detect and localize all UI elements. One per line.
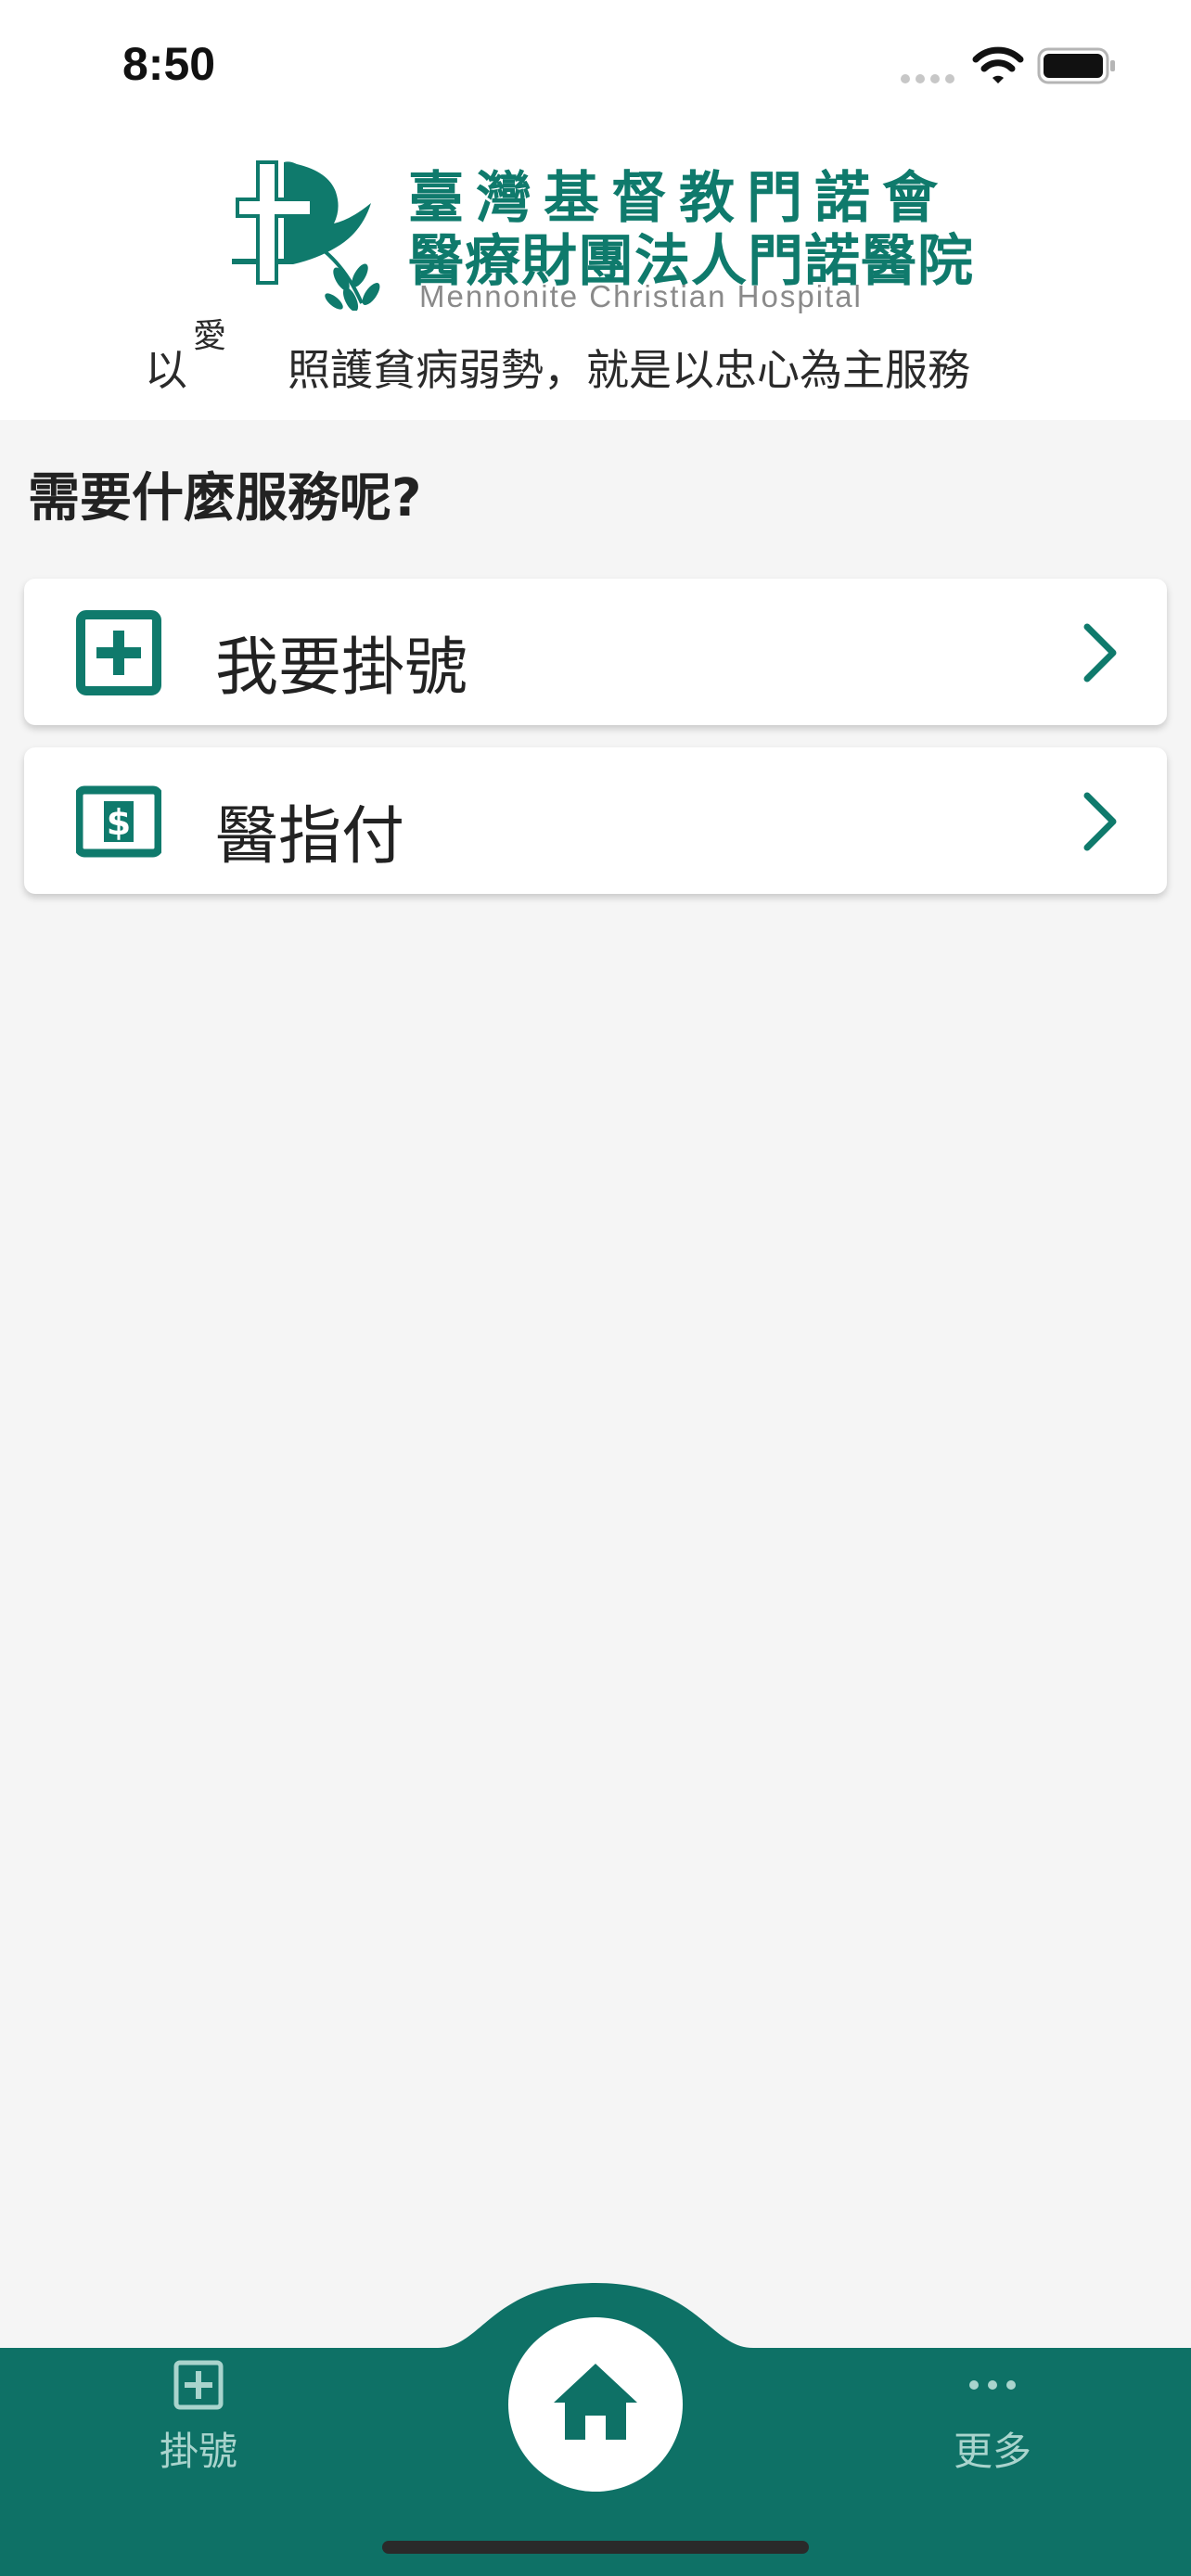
svg-text:$: $	[107, 802, 131, 843]
register-label: 我要掛號	[215, 631, 468, 705]
more-dots-icon	[969, 2380, 1016, 2390]
slogan-ruby: 愛	[193, 317, 227, 355]
chevron-right-icon	[1083, 623, 1117, 682]
logo-english-name: Mennonite Christian Hospital	[419, 279, 863, 313]
cellular-signal-icon	[901, 74, 954, 83]
status-time: 8:50	[122, 38, 216, 90]
plus-square-icon	[76, 610, 161, 695]
hospital-header: 臺灣基督教門諾會 醫療財團法人門諾醫院 Mennonite Christian …	[0, 134, 1191, 420]
bottom-tab-bar: 掛號 更多	[0, 2283, 1191, 2576]
tab-more-label: 更多	[953, 2429, 1031, 2474]
hospital-logo-icon	[232, 160, 380, 311]
tab-home[interactable]	[508, 2317, 683, 2492]
slogan-prefix: 以	[145, 345, 187, 395]
dollar-card-icon: $	[76, 785, 161, 858]
tab-more[interactable]: 更多	[900, 2357, 1085, 2496]
payment-button[interactable]: $ 醫指付	[24, 747, 1167, 894]
home-indicator	[382, 2541, 809, 2554]
page-title: 需要什麼服務呢?	[28, 468, 422, 529]
plus-square-icon	[173, 2360, 224, 2410]
wifi-icon	[972, 46, 1024, 83]
status-bar: 8:50	[0, 0, 1191, 134]
tab-register[interactable]: 掛號	[106, 2357, 291, 2496]
home-icon	[554, 2364, 637, 2440]
chevron-right-icon	[1083, 792, 1117, 851]
register-button[interactable]: 我要掛號	[24, 579, 1167, 725]
battery-icon	[1037, 47, 1115, 84]
payment-label: 醫指付	[215, 800, 405, 874]
slogan-text: 照護貧病弱勢，就是以忠心為主服務	[288, 345, 970, 395]
tab-register-label: 掛號	[159, 2429, 237, 2474]
